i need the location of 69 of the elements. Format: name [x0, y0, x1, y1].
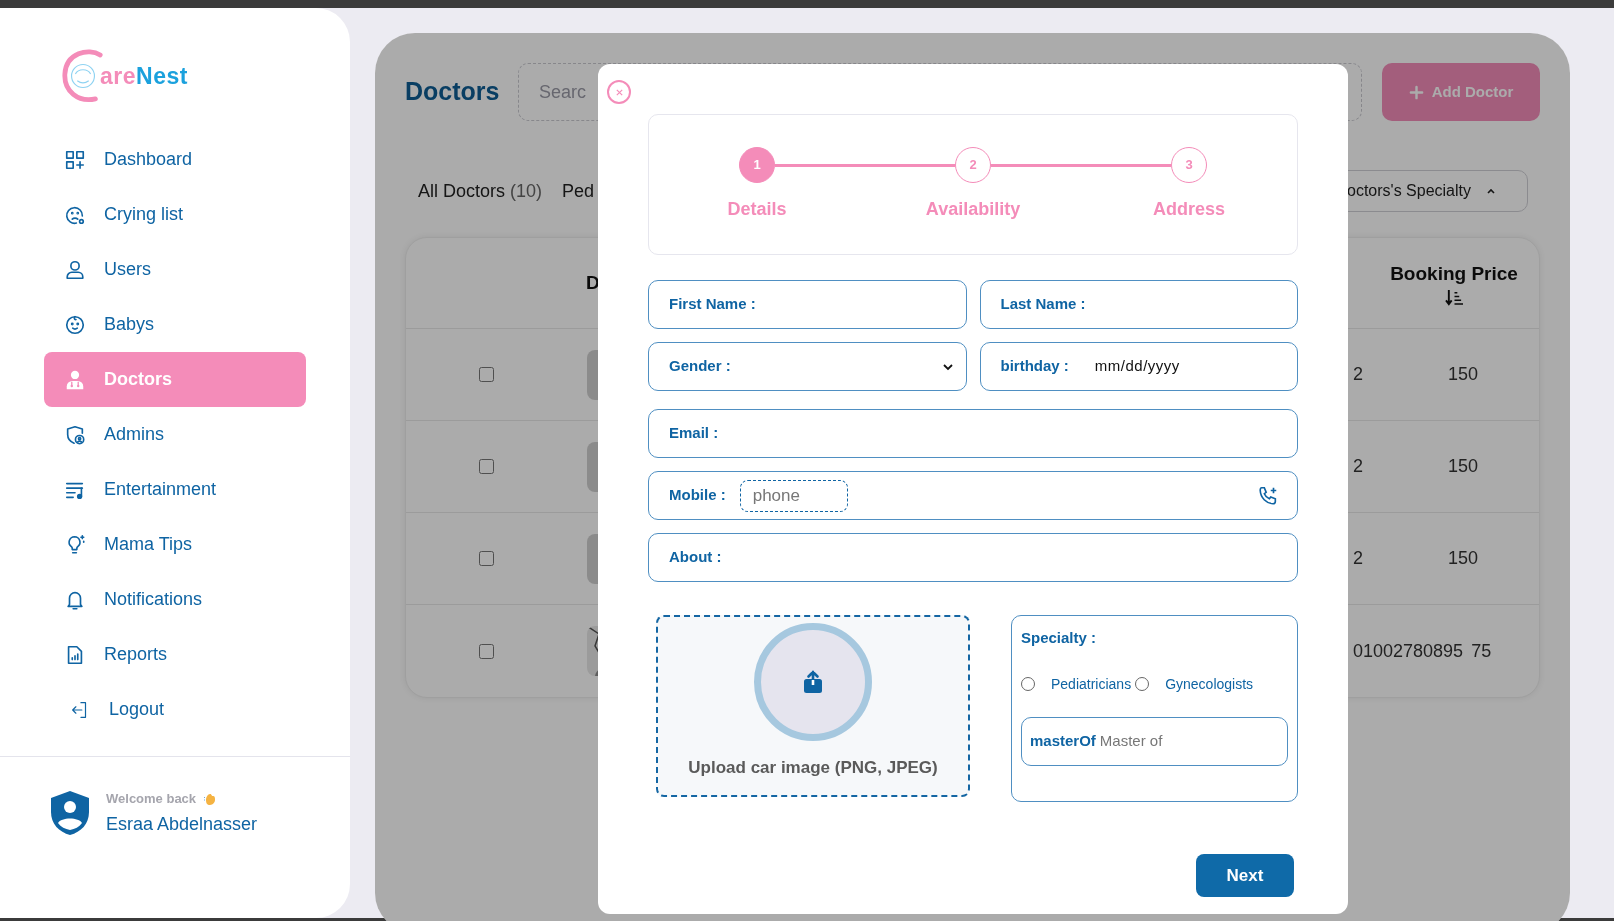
- sort-icon[interactable]: [1444, 288, 1464, 306]
- field-label: Mobile :: [669, 485, 726, 506]
- row-checkbox[interactable]: [478, 459, 494, 474]
- grid-plus-icon: [64, 148, 86, 171]
- table-cell: 2: [1353, 456, 1363, 476]
- logo-text: areNest: [100, 61, 188, 91]
- table-cell: 2: [1353, 364, 1363, 384]
- greeting-text: Welcome back: [106, 790, 197, 808]
- field-label: Last Name :: [1000, 294, 1086, 315]
- table-cell: 75: [1471, 640, 1492, 661]
- specialty-option[interactable]: Pediatricians: [1021, 673, 1132, 695]
- phone-field[interactable]: Mobile : phone: [648, 471, 1298, 520]
- shield-user-icon: [64, 423, 86, 446]
- row-checkbox[interactable]: [478, 367, 494, 382]
- text-field[interactable]: Last Name :: [979, 280, 1298, 329]
- user-name: Esraa Abdelnasser: [106, 812, 258, 836]
- select-field[interactable]: Gender :: [648, 342, 967, 391]
- baby-face-icon: [64, 313, 86, 336]
- date-field[interactable]: birthday : mm/dd/yyyy: [979, 342, 1298, 391]
- field-label: First Name :: [669, 294, 756, 315]
- nav-item[interactable]: Logout: [44, 682, 306, 737]
- specialty-label: Specialty :: [1021, 628, 1098, 648]
- nav-item[interactable]: Admins: [44, 407, 306, 462]
- filter-tab[interactable]: All Doctors (10): [418, 177, 543, 205]
- next-button[interactable]: Next: [1196, 854, 1294, 897]
- row-checkbox[interactable]: [478, 551, 494, 566]
- step-label: Availability: [925, 198, 1021, 221]
- table-cell: 150: [1447, 456, 1478, 476]
- doctor-icon: [64, 368, 86, 391]
- text-field[interactable]: First Name :: [648, 280, 967, 329]
- nav-item[interactable]: Crying list: [44, 187, 306, 242]
- close-button[interactable]: [607, 80, 631, 104]
- filter-tab[interactable]: Ped: [562, 177, 595, 205]
- nav-item[interactable]: Entertainment: [44, 462, 306, 517]
- table-cell: 150: [1447, 364, 1478, 384]
- phone-add-icon[interactable]: [1257, 484, 1279, 507]
- page-title: Doctors: [405, 76, 498, 108]
- column-header: Booking Price: [1390, 262, 1518, 287]
- profile-shield-icon: [50, 790, 90, 837]
- upload-dropzone[interactable]: Upload car image (PNG, JPEG): [656, 615, 970, 797]
- nav-item[interactable]: Reports: [44, 627, 306, 682]
- row-checkbox[interactable]: [478, 643, 494, 659]
- nav-item[interactable]: Dashboard: [44, 132, 306, 187]
- step-label: Details: [727, 198, 787, 221]
- upload-hint: Upload car image (PNG, JPEG): [688, 757, 938, 779]
- master-of-input[interactable]: Master of: [1099, 729, 1287, 753]
- text-field[interactable]: Email :: [648, 409, 1298, 458]
- nav-item[interactable]: Babys: [44, 297, 306, 352]
- field-label: About :: [669, 547, 722, 568]
- date-value: mm/dd/yyyy: [1094, 356, 1180, 377]
- upload-icon: [803, 670, 823, 694]
- step-label: Address: [1153, 198, 1225, 221]
- text-field[interactable]: About :: [648, 533, 1298, 582]
- nav-item[interactable]: Mama Tips: [44, 517, 306, 572]
- close-icon: [614, 87, 624, 97]
- table-cell-text: 01002780895: [1353, 639, 1464, 663]
- nav-item[interactable]: Users: [44, 242, 306, 297]
- table-cell: 2: [1353, 548, 1363, 568]
- master-of-field[interactable]: masterOf Master of: [1021, 716, 1288, 766]
- field-label: Gender :: [669, 356, 731, 377]
- field-label: birthday :: [1000, 356, 1069, 377]
- phone-input[interactable]: phone: [739, 479, 848, 512]
- table-cell: 150: [1447, 548, 1478, 568]
- plus-icon: [1408, 84, 1424, 100]
- specialty-option[interactable]: Gynecologists: [1135, 673, 1254, 695]
- nav-item[interactable]: Notifications: [44, 572, 306, 627]
- field-label: Email :: [669, 423, 719, 444]
- field-label: masterOf: [1030, 730, 1096, 751]
- user-icon: [64, 258, 86, 281]
